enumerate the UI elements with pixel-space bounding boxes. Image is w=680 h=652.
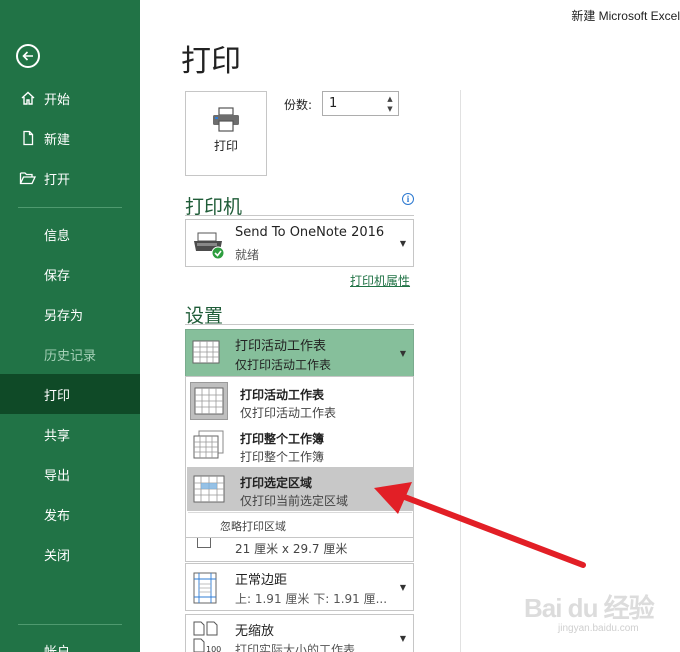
sidebar-item-label: 共享 — [44, 428, 71, 444]
scaling-icon: 100 — [192, 621, 222, 652]
margins-icon — [193, 572, 217, 608]
sidebar-item-publish[interactable]: 发布 — [0, 494, 140, 534]
ignore-print-area-option[interactable]: 忽略打印区域 — [220, 518, 286, 534]
menu-item-subtitle: 仅打印当前选定区域 — [240, 494, 349, 508]
watermark-url: jingyan.baidu.com — [558, 623, 639, 634]
sidebar-item-label: 打开 — [44, 172, 71, 188]
sidebar-item-account[interactable]: 帐户 — [0, 630, 140, 652]
menu-item-subtitle: 打印整个工作簿 — [240, 450, 325, 464]
printer-status: 就绪 — [235, 248, 260, 262]
print-what-title: 打印活动工作表 — [235, 339, 327, 354]
sidebar-item-share[interactable]: 共享 — [0, 414, 140, 454]
watermark-logo: Bai du 经验 — [524, 593, 655, 623]
info-icon[interactable]: i — [402, 193, 414, 205]
sidebar-item-history: 历史记录 — [0, 334, 140, 374]
print-what-dropdown[interactable]: 打印活动工作表 仅打印活动工作表 ▼ — [185, 329, 414, 377]
sidebar-item-save-as[interactable]: 另存为 — [0, 294, 140, 334]
scaling-dropdown[interactable]: 100 无缩放 打印实际大小的工作表 ▼ — [185, 614, 414, 652]
scaling-subtitle: 打印实际大小的工作表 — [235, 643, 356, 652]
print-button-label: 打印 — [213, 139, 238, 153]
new-document-icon — [19, 129, 37, 147]
sidebar-item-close[interactable]: 关闭 — [0, 534, 140, 574]
sidebar-item-open[interactable]: 打开 — [0, 158, 140, 198]
window-title: 新建 Microsoft Excel — [571, 9, 680, 23]
chevron-down-icon: ▼ — [399, 349, 406, 358]
copies-label: 份数: — [284, 98, 313, 112]
baidu-watermark: Bai du 经验 jingyan.baidu.com — [524, 588, 674, 648]
sidebar-item-label: 历史记录 — [44, 348, 97, 364]
copies-value: 1 — [329, 96, 338, 111]
menu-item-print-entire-workbook[interactable]: 打印整个工作簿 打印整个工作簿 — [187, 423, 414, 467]
copies-stepper[interactable]: 1 ▲ ▼ — [322, 91, 399, 116]
sidebar-item-label: 关闭 — [44, 548, 71, 564]
sidebar-item-info[interactable]: 信息 — [0, 214, 140, 254]
menu-item-print-active-sheets[interactable]: 打印活动工作表 仅打印活动工作表 — [187, 379, 414, 423]
sidebar-item-home[interactable]: 开始 — [0, 78, 140, 118]
sidebar-item-label: 帐户 — [44, 644, 71, 652]
sidebar-item-label: 打印 — [44, 388, 71, 404]
sidebar-item-export[interactable]: 导出 — [0, 454, 140, 494]
menu-divider — [188, 512, 412, 513]
preview-divider — [460, 90, 461, 652]
margins-subtitle: 上: 1.91 厘米 下: 1.91 厘... — [235, 592, 388, 606]
section-divider — [185, 324, 414, 325]
backstage-sidebar: 开始 新建 打开 信息 保存 另存为 历史记录 打印 共享 导出 发布 关闭 帐… — [0, 0, 140, 652]
menu-item-print-selection[interactable]: 打印选定区域 仅打印当前选定区域 — [187, 467, 414, 511]
sidebar-divider — [18, 207, 122, 208]
print-what-subtitle: 仅打印活动工作表 — [235, 358, 332, 372]
selection-icon — [190, 470, 228, 508]
back-arrow-icon — [22, 51, 33, 61]
sidebar-item-label: 导出 — [44, 468, 71, 484]
printer-properties-link[interactable]: 打印机属性 — [350, 272, 410, 289]
margins-title: 正常边距 — [235, 573, 288, 588]
home-icon — [19, 89, 37, 107]
chevron-down-icon: ▼ — [399, 239, 406, 248]
sidebar-item-label: 保存 — [44, 268, 71, 284]
svg-text:100: 100 — [206, 645, 221, 652]
scaling-title: 无缩放 — [235, 624, 275, 639]
sheet-grid-icon — [192, 340, 220, 368]
sidebar-item-label: 另存为 — [44, 308, 84, 324]
sidebar-item-print[interactable]: 打印 — [0, 374, 140, 414]
paper-size-dropdown[interactable]: 21 厘米 x 29.7 厘米 — [185, 538, 414, 562]
paper-size-value: 21 厘米 x 29.7 厘米 — [235, 542, 348, 556]
sidebar-item-new[interactable]: 新建 — [0, 118, 140, 158]
sidebar-item-label: 开始 — [44, 92, 71, 108]
section-divider — [185, 215, 414, 216]
printer-name: Send To OneNote 2016 — [235, 225, 385, 240]
page-title: 打印 — [181, 44, 241, 79]
margins-dropdown[interactable]: 正常边距 上: 1.91 厘米 下: 1.91 厘... ▼ — [185, 563, 414, 611]
printer-dropdown[interactable]: Send To OneNote 2016 就绪 ▼ — [185, 219, 414, 267]
menu-item-title: 打印整个工作簿 — [240, 432, 325, 446]
active-sheet-icon — [190, 382, 228, 420]
menu-item-title: 打印选定区域 — [240, 476, 313, 490]
workbook-icon — [190, 426, 228, 464]
paper-icon — [197, 538, 211, 548]
open-folder-icon — [19, 169, 37, 187]
sidebar-item-save[interactable]: 保存 — [0, 254, 140, 294]
print-button[interactable]: 打印 — [185, 91, 267, 176]
increment-icon[interactable]: ▲ — [385, 94, 395, 104]
sidebar-item-label: 信息 — [44, 228, 71, 244]
menu-item-title: 打印活动工作表 — [240, 388, 325, 402]
back-button[interactable] — [16, 44, 40, 68]
sidebar-divider — [18, 624, 122, 625]
sidebar-item-label: 发布 — [44, 508, 71, 524]
printer-icon — [213, 107, 239, 132]
decrement-icon[interactable]: ▼ — [385, 104, 395, 114]
chevron-down-icon: ▼ — [399, 634, 406, 643]
printer-ready-icon — [192, 229, 226, 263]
print-what-menu: 打印活动工作表 仅打印活动工作表 打印整个工作簿 打印整个工作簿 打印选定区域 … — [185, 376, 414, 538]
menu-item-subtitle: 仅打印活动工作表 — [240, 406, 337, 420]
sidebar-item-label: 新建 — [44, 132, 71, 148]
chevron-down-icon: ▼ — [399, 583, 406, 592]
